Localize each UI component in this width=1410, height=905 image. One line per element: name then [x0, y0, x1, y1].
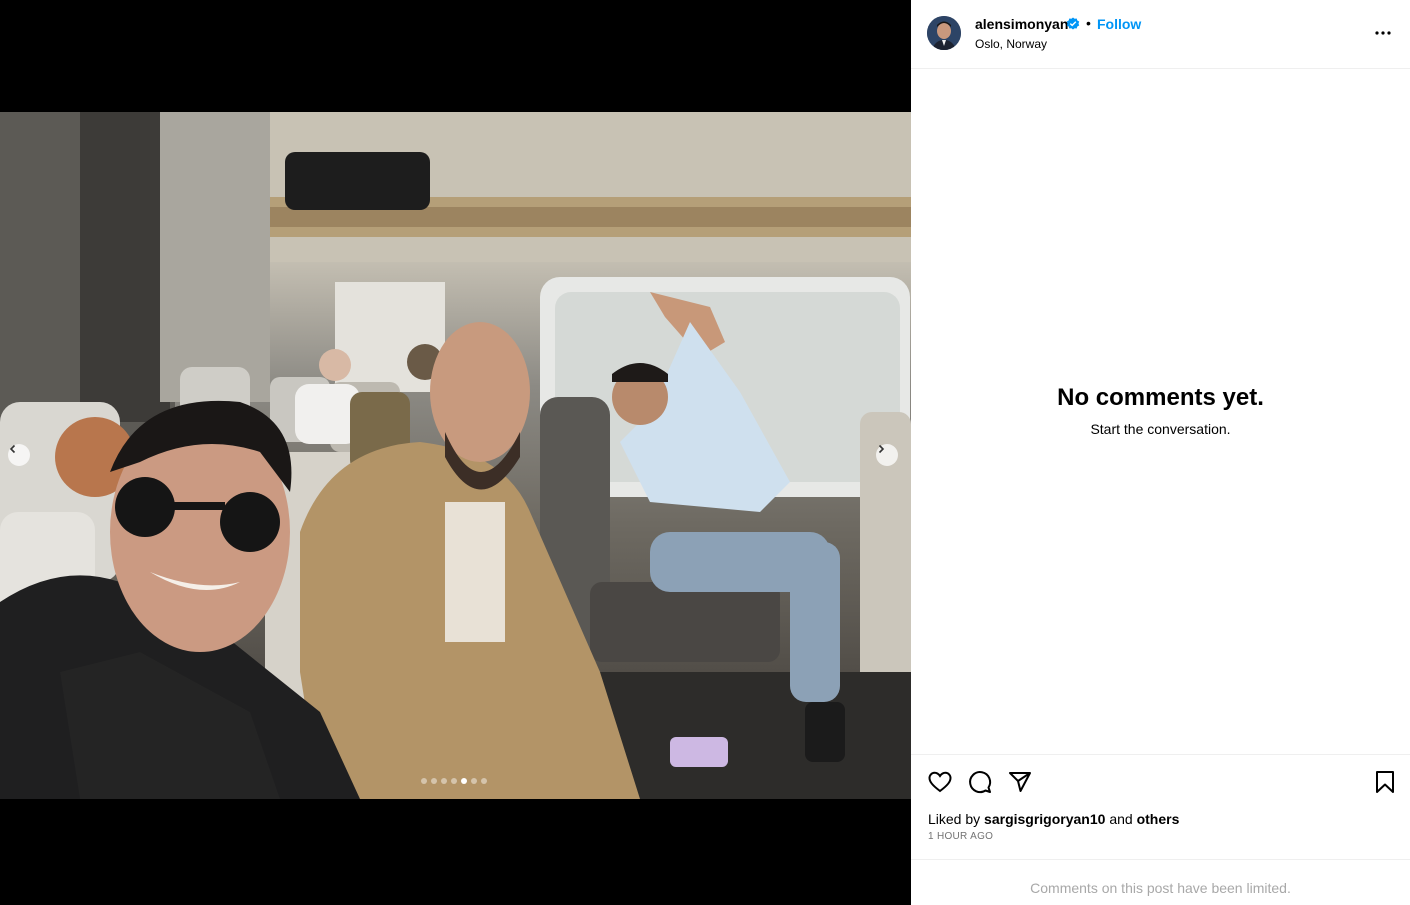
- heart-icon: [928, 771, 952, 793]
- more-options-icon[interactable]: [1371, 24, 1395, 42]
- carousel-indicator: [421, 778, 487, 784]
- carousel-dot: [431, 778, 437, 784]
- comment-button[interactable]: [967, 769, 993, 795]
- carousel-dot: [441, 778, 447, 784]
- post-header: alensimonyan • Follow Oslo, Norway: [911, 0, 1410, 69]
- carousel-dot: [471, 778, 477, 784]
- empty-comments-title: No comments yet.: [1057, 384, 1264, 411]
- share-button[interactable]: [1007, 769, 1033, 795]
- avatar-image: [927, 16, 961, 50]
- avatar[interactable]: [927, 16, 961, 50]
- post-timestamp[interactable]: 1 HOUR AGO: [928, 831, 993, 842]
- train-selfie-photo: [0, 112, 911, 799]
- liked-by-user-link[interactable]: sargisgrigoryan10: [984, 811, 1105, 827]
- carousel-dot: [421, 778, 427, 784]
- save-button[interactable]: [1372, 769, 1398, 795]
- carousel-dot-active: [461, 778, 467, 784]
- chevron-left-icon: [9, 444, 16, 454]
- carousel-prev-button[interactable]: [8, 444, 30, 466]
- like-button[interactable]: [927, 769, 953, 795]
- chevron-right-icon: [878, 444, 885, 454]
- liked-by-others-link[interactable]: others: [1137, 811, 1180, 827]
- bookmark-icon: [1376, 771, 1394, 793]
- username-link[interactable]: alensimonyan: [975, 16, 1068, 32]
- separator-dot: •: [1086, 15, 1091, 31]
- media-pane: [0, 0, 911, 905]
- send-icon: [1009, 772, 1031, 792]
- carousel-dot: [451, 778, 457, 784]
- post-side-panel: alensimonyan • Follow Oslo, Norway No co…: [911, 0, 1410, 905]
- liked-by-prefix: Liked by: [928, 811, 981, 827]
- carousel-next-button[interactable]: [876, 444, 898, 466]
- liked-by-conjunction: and: [1109, 811, 1133, 827]
- post-photo[interactable]: [0, 112, 911, 799]
- liked-by-text: Liked by sargisgrigoryan10 and others: [928, 811, 1179, 827]
- comment-icon: [969, 771, 992, 794]
- carousel-dot: [481, 778, 487, 784]
- comments-limited-notice: Comments on this post have been limited.: [911, 859, 1410, 905]
- follow-button[interactable]: Follow: [1097, 16, 1141, 32]
- verified-badge-icon: [1066, 17, 1080, 30]
- post-actions: Liked by sargisgrigoryan10 and others 1 …: [911, 754, 1410, 859]
- empty-comments-subtitle: Start the conversation.: [1090, 421, 1231, 437]
- location-link[interactable]: Oslo, Norway: [975, 37, 1047, 51]
